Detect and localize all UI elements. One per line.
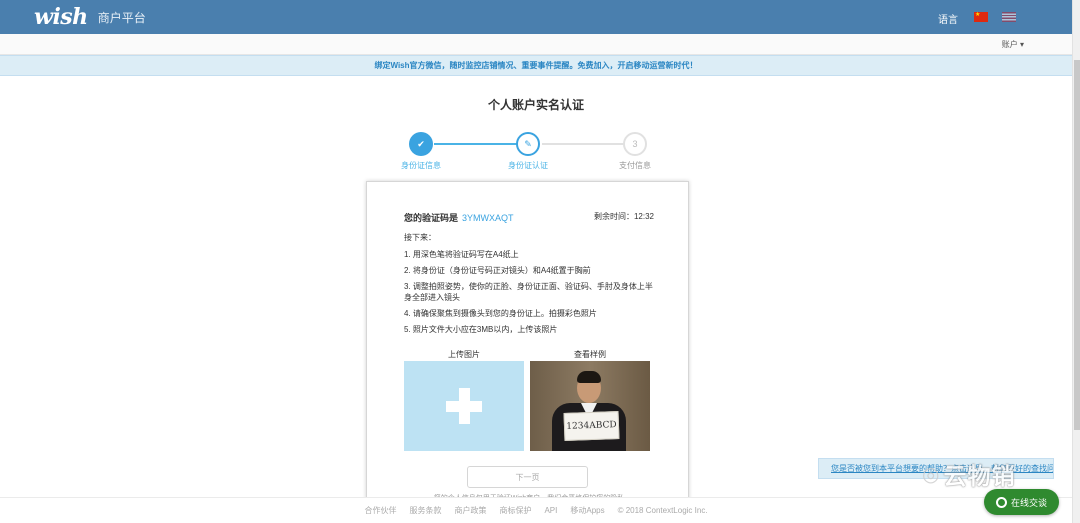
wish-logo[interactable]: wish <box>34 4 88 30</box>
code-label: 您的验证码是 <box>404 213 459 223</box>
step-connector-2 <box>542 143 628 145</box>
step-1-check-icon: ✔ <box>409 132 433 156</box>
footer-link-api[interactable]: API <box>544 506 557 515</box>
language-label[interactable]: 语言 <box>938 11 958 26</box>
footer-link-apps[interactable]: 移动Apps <box>570 505 604 516</box>
instruction-item: 5. 照片文件大小应在3MB以内，上传该照片 <box>404 325 558 334</box>
wechat-icon: ◎ <box>922 463 940 486</box>
footer-link-trademark[interactable]: 商标保护 <box>499 505 531 516</box>
footer: 合作伙伴 服务条款 商户政策 商标保护 API 移动Apps © 2018 Co… <box>0 497 1072 523</box>
chat-bubble-icon <box>995 496 1007 508</box>
watermark-text: 云物销 <box>943 463 1016 489</box>
instruction-item: 1. 用深色笔将验证码写在A4纸上 <box>404 250 519 259</box>
instruction-item: 2. 将身份证（身份证号码正对镜头）和A4纸置于胸前 <box>404 266 591 275</box>
upload-photo-button[interactable] <box>404 361 524 451</box>
footer-link-terms[interactable]: 服务条款 <box>409 505 441 516</box>
step-3-number-icon: 3 <box>623 132 647 156</box>
sample-label: 查看样例 <box>574 350 606 359</box>
chat-label: 在线交谈 <box>1010 497 1047 508</box>
flag-us-icon[interactable] <box>1002 12 1016 22</box>
page-title: 个人账户实名认证 <box>487 98 584 112</box>
step-1-label: 身份证信息 <box>401 161 441 170</box>
step-3-label: 支付信息 <box>619 161 651 170</box>
step-2-label: 身份证认证 <box>508 161 548 170</box>
next-page-button[interactable]: 下一页 <box>467 466 588 488</box>
live-chat-button[interactable]: 在线交谈 <box>984 489 1059 515</box>
time-value: 12:32 <box>633 212 654 221</box>
footer-copyright: © 2018 ContextLogic Inc. <box>617 506 708 515</box>
platform-title: 商户平台 <box>97 10 146 25</box>
upload-label: 上传图片 <box>448 350 480 359</box>
top-navigation-bar: wish 商户平台 语言 <box>0 0 1072 34</box>
verification-card: 您的验证码是 3YMWXAQT 剩余时间：12:32 接下来： 1. 用深色笔将验… <box>366 181 689 511</box>
scrollbar-thumb[interactable] <box>1074 60 1080 430</box>
sample-code-paper: 1234ABCD <box>563 411 620 441</box>
instruction-item: 4. 请确保聚焦到摄像头到您的身份证上。拍摄彩色照片 <box>404 309 597 318</box>
step-2-pencil-icon: ✎ <box>516 132 540 156</box>
instruction-list: 1. 用深色笔将验证码写在A4纸上 2. 将身份证（身份证号码正对镜头）和A4纸… <box>404 249 654 340</box>
secondary-bar: 账户 ▾ <box>0 34 1072 55</box>
plus-icon-bar <box>446 401 482 412</box>
next-steps-label: 接下来： <box>404 233 436 242</box>
sample-photo[interactable]: 1234ABCD <box>530 361 650 451</box>
sample-person-hair <box>577 371 601 383</box>
instruction-item: 3. 调整拍照姿势，使你的正脸、身份证正面、验证码、手肘及身体上半身全部进入镜头 <box>404 282 653 302</box>
footer-link-policy[interactable]: 商户政策 <box>454 505 486 516</box>
progress-steps: ✔ ✎ 3 身份证信息 身份证认证 支付信息 <box>380 131 680 171</box>
wechat-banner[interactable]: 绑定Wish官方微信，随时监控店铺情况、重要事件提醒。免费加入，开启移动运营新时… <box>0 55 1072 76</box>
verification-code: 3YMWXAQT <box>462 213 514 223</box>
watermark: ◎ 云物销 <box>922 458 1015 490</box>
footer-link-partners[interactable]: 合作伙伴 <box>364 505 396 516</box>
time-label: 剩余时间： <box>593 212 634 221</box>
remaining-time: 剩余时间：12:32 <box>594 211 654 222</box>
verification-code-row: 您的验证码是 3YMWXAQT 剩余时间：12:32 <box>404 211 654 224</box>
flag-cn-icon[interactable] <box>974 12 988 22</box>
account-menu[interactable]: 账户 ▾ <box>1002 39 1024 50</box>
vertical-scrollbar[interactable] <box>1072 0 1080 523</box>
